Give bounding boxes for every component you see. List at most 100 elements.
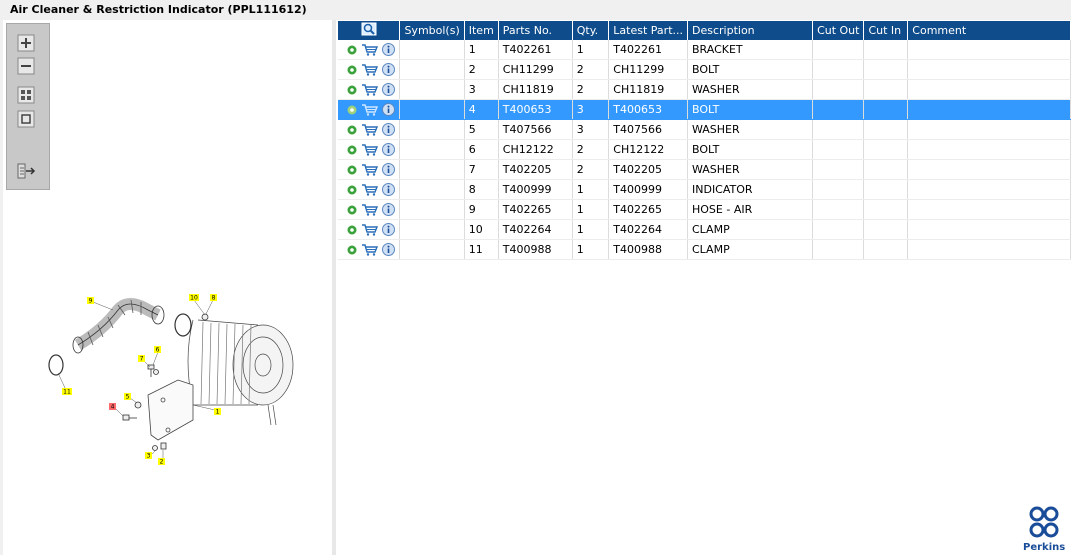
shopping-cart-icon[interactable]	[362, 203, 378, 216]
cut-out-cell	[812, 59, 865, 80]
description-cell: CLAMP	[687, 239, 814, 260]
shopping-cart-icon[interactable]	[362, 143, 378, 156]
table-row[interactable]: 11 T400988 1 T400988 CLAMP	[338, 239, 1071, 260]
cut-out-cell	[812, 79, 865, 100]
symbols-cell	[399, 179, 465, 200]
description-cell: HOSE - AIR	[687, 199, 814, 220]
symbols-cell	[399, 40, 465, 60]
table-row[interactable]: 4 T400653 3 T400653 BOLT	[338, 99, 1071, 120]
gear-icon[interactable]	[346, 104, 358, 116]
info-icon[interactable]	[382, 83, 395, 96]
gear-icon[interactable]	[346, 124, 358, 136]
info-icon[interactable]	[382, 243, 395, 256]
table-row[interactable]: 7 T402205 2 T402205 WASHER	[338, 159, 1071, 180]
table-row[interactable]: 9 T402265 1 T402265 HOSE - AIR	[338, 199, 1071, 220]
table-row[interactable]: 10 T402264 1 T402264 CLAMP	[338, 219, 1071, 240]
col-latest-part[interactable]: Latest Part...	[608, 21, 688, 40]
cut-in-cell	[863, 179, 909, 200]
latest-part-cell: T400999	[608, 179, 688, 200]
comment-cell	[907, 99, 1071, 120]
info-icon[interactable]	[382, 183, 395, 196]
info-icon[interactable]	[382, 123, 395, 136]
part-number-cell: T402264	[498, 219, 573, 240]
symbols-cell	[399, 239, 465, 260]
info-icon[interactable]	[382, 43, 395, 56]
zoom-out-icon[interactable]	[17, 57, 35, 75]
col-cut-out[interactable]: Cut Out	[812, 21, 865, 40]
table-row[interactable]: 3 CH11819 2 CH11819 WASHER	[338, 79, 1071, 100]
info-icon[interactable]	[382, 163, 395, 176]
comment-cell	[907, 219, 1071, 240]
part-number-cell: T400653	[498, 99, 573, 120]
row-actions	[338, 239, 401, 260]
latest-part-cell: CH11819	[608, 79, 688, 100]
description-cell: CLAMP	[687, 219, 814, 240]
item-cell: 9	[464, 199, 499, 220]
shopping-cart-icon[interactable]	[362, 243, 378, 256]
shopping-cart-icon[interactable]	[362, 103, 378, 116]
shopping-cart-icon[interactable]	[362, 83, 378, 96]
part-number-cell: T407566	[498, 119, 573, 140]
description-cell: WASHER	[687, 159, 814, 180]
col-description[interactable]: Description	[687, 21, 814, 40]
info-icon[interactable]	[382, 143, 395, 156]
qty-cell: 3	[572, 99, 610, 120]
col-parts-no[interactable]: Parts No.	[498, 21, 573, 40]
shopping-cart-icon[interactable]	[362, 163, 378, 176]
latest-part-cell: CH11299	[608, 59, 688, 80]
gear-icon[interactable]	[346, 184, 358, 196]
shopping-cart-icon[interactable]	[362, 183, 378, 196]
col-cut-in[interactable]: Cut In	[863, 21, 909, 40]
magnifier-icon[interactable]	[361, 22, 377, 36]
symbols-cell	[399, 159, 465, 180]
col-qty[interactable]: Qty.	[572, 21, 610, 40]
part-number-cell: T400999	[498, 179, 573, 200]
parts-table: Symbol(s) Item Parts No. Qty. Latest Par…	[338, 21, 1071, 260]
table-row[interactable]: 1 T402261 1 T402261 BRACKET	[338, 40, 1071, 60]
gear-icon[interactable]	[346, 244, 358, 256]
symbols-cell	[399, 99, 465, 120]
gear-icon[interactable]	[346, 44, 358, 56]
latest-part-cell: T402265	[608, 199, 688, 220]
row-actions	[338, 199, 401, 220]
col-item[interactable]: Item	[464, 21, 499, 40]
cut-out-cell	[812, 239, 865, 260]
table-row[interactable]: 5 T407566 3 T407566 WASHER	[338, 119, 1071, 140]
gear-icon[interactable]	[346, 224, 358, 236]
table-row[interactable]: 6 CH12122 2 CH12122 BOLT	[338, 139, 1071, 160]
table-row[interactable]: 8 T400999 1 T400999 INDICATOR	[338, 179, 1071, 200]
qty-cell: 2	[572, 79, 610, 100]
table-row[interactable]: 2 CH11299 2 CH11299 BOLT	[338, 59, 1071, 80]
info-icon[interactable]	[382, 103, 395, 116]
shopping-cart-icon[interactable]	[362, 223, 378, 236]
zoom-in-icon[interactable]	[17, 34, 35, 52]
col-comment[interactable]: Comment	[907, 21, 1071, 40]
search-column-header[interactable]	[338, 21, 401, 40]
cut-in-cell	[863, 199, 909, 220]
cut-in-cell	[863, 219, 909, 240]
gear-icon[interactable]	[346, 84, 358, 96]
row-actions	[338, 99, 401, 120]
latest-part-cell: T402205	[608, 159, 688, 180]
col-symbols[interactable]: Symbol(s)	[399, 21, 465, 40]
gear-icon[interactable]	[346, 204, 358, 216]
parts-list-panel: Symbol(s) Item Parts No. Qty. Latest Par…	[336, 20, 1071, 555]
gear-icon[interactable]	[346, 164, 358, 176]
part-number-cell: CH11819	[498, 79, 573, 100]
info-icon[interactable]	[382, 63, 395, 76]
export-icon[interactable]	[17, 162, 36, 180]
cut-in-cell	[863, 99, 909, 120]
qty-cell: 2	[572, 159, 610, 180]
shopping-cart-icon[interactable]	[362, 43, 378, 56]
shopping-cart-icon[interactable]	[362, 63, 378, 76]
fit-grid-icon[interactable]	[17, 86, 35, 104]
info-icon[interactable]	[382, 203, 395, 216]
comment-cell	[907, 119, 1071, 140]
description-cell: INDICATOR	[687, 179, 814, 200]
actual-size-icon[interactable]	[17, 110, 35, 128]
gear-icon[interactable]	[346, 64, 358, 76]
shopping-cart-icon[interactable]	[362, 123, 378, 136]
info-icon[interactable]	[382, 223, 395, 236]
gear-icon[interactable]	[346, 144, 358, 156]
description-cell: BRACKET	[687, 40, 814, 60]
